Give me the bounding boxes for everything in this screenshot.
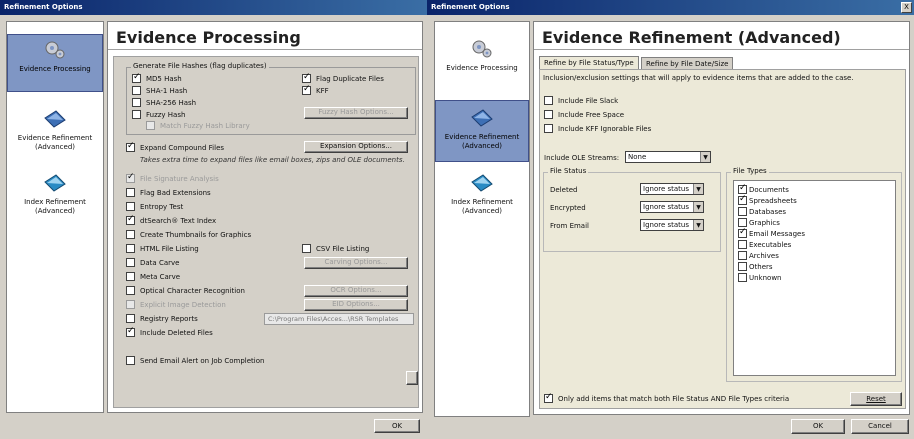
nav-label: Index Refinement (Advanced) xyxy=(451,198,513,215)
file-type-others[interactable]: Others xyxy=(738,262,773,271)
kff-checkbox[interactable]: KFF xyxy=(302,84,329,95)
file-type-graphics[interactable]: Graphics xyxy=(738,218,780,227)
file-type-executables[interactable]: Executables xyxy=(738,240,791,249)
evidence-processing-window: Refinement Options Evidence Processing E… xyxy=(0,0,427,439)
file-type-email-messages[interactable]: Email Messages xyxy=(738,227,805,238)
cancel-button[interactable]: Cancel xyxy=(851,419,909,434)
flag-duplicates-checkbox[interactable]: Flag Duplicate Files xyxy=(302,72,384,83)
nav-evidence-refinement[interactable]: Evidence Refinement (Advanced) xyxy=(435,100,529,162)
file-type-databases[interactable]: Databases xyxy=(738,207,786,216)
flag-bad-extensions-checkbox[interactable]: Flag Bad Extensions xyxy=(126,188,211,197)
file-type-spreadsheets[interactable]: Spreadsheets xyxy=(738,194,797,205)
nav-index-refinement[interactable]: Index Refinement (Advanced) xyxy=(7,172,103,222)
nav-label: Evidence Refinement (Advanced) xyxy=(444,133,520,150)
thumbnails-checkbox[interactable]: Create Thumbnails for Graphics xyxy=(126,230,251,239)
nav-evidence-processing[interactable]: Evidence Processing xyxy=(435,34,529,92)
status-label-encrypted: Encrypted xyxy=(550,204,586,212)
heading-divider xyxy=(108,49,422,50)
ok-button[interactable]: OK xyxy=(374,419,420,433)
file-signature-checkbox: File Signature Analysis xyxy=(126,172,219,183)
file-types-label: File Types xyxy=(731,167,769,175)
eid-options-button: EID Options... xyxy=(304,299,408,311)
sha256-checkbox[interactable]: SHA-256 Hash xyxy=(132,98,196,107)
include-deleted-checkbox[interactable]: Include Deleted Files xyxy=(126,326,213,337)
md5-checkbox[interactable]: MD5 Hash xyxy=(132,72,182,83)
email-alert-checkbox[interactable]: Send Email Alert on Job Completion xyxy=(126,356,264,365)
refinement-icon xyxy=(44,110,66,128)
chevron-down-icon: ▼ xyxy=(693,220,703,230)
match-fuzzy-checkbox: Match Fuzzy Hash Library xyxy=(146,121,250,130)
refinement-icon xyxy=(471,109,493,127)
encrypted-status-select[interactable]: Ignore status ▼ xyxy=(640,201,704,213)
file-types-list: Documents Spreadsheets Databases Graphic… xyxy=(733,180,896,376)
options-sidebar: Evidence Processing Evidence Refinement … xyxy=(6,21,104,413)
chevron-down-icon: ▼ xyxy=(700,152,710,162)
status-label-deleted: Deleted xyxy=(550,186,578,194)
file-type-documents[interactable]: Documents xyxy=(738,183,789,194)
include-free-space-checkbox[interactable]: Include Free Space xyxy=(544,110,624,119)
file-type-unknown[interactable]: Unknown xyxy=(738,273,782,282)
ole-streams-select[interactable]: None ▼ xyxy=(625,151,711,163)
html-listing-checkbox[interactable]: HTML File Listing xyxy=(126,244,199,253)
only-add-matching-checkbox[interactable]: Only add items that match both File Stat… xyxy=(544,392,789,403)
status-type-panel: Inclusion/exclusion settings that will a… xyxy=(539,69,906,409)
scroll-button[interactable] xyxy=(406,371,418,385)
close-icon[interactable]: X xyxy=(901,2,912,13)
page-title: Evidence Refinement (Advanced) xyxy=(542,28,841,47)
evidence-processing-content: Evidence Processing Generate File Hashes… xyxy=(107,21,423,413)
nav-evidence-processing[interactable]: Evidence Processing xyxy=(7,34,103,92)
expand-note: Takes extra time to expand files like em… xyxy=(140,156,405,164)
window-title: Refinement Options xyxy=(427,0,914,15)
include-file-slack-checkbox[interactable]: Include File Slack xyxy=(544,96,618,105)
evidence-refinement-content: Evidence Refinement (Advanced) Refine by… xyxy=(533,21,910,415)
tab-file-status-type[interactable]: Refine by File Status/Type xyxy=(539,56,639,69)
expansion-options-button[interactable]: Expansion Options... xyxy=(304,141,408,153)
from-email-status-select[interactable]: Ignore status ▼ xyxy=(640,219,704,231)
fuzzy-hash-checkbox[interactable]: Fuzzy Hash xyxy=(132,110,185,119)
meta-carve-checkbox[interactable]: Meta Carve xyxy=(126,272,180,281)
nav-label: Evidence Processing xyxy=(446,64,518,72)
registry-template-path: C:\Program Files\Acces...\RSR Templates xyxy=(264,313,414,325)
nav-evidence-refinement[interactable]: Evidence Refinement (Advanced) xyxy=(7,108,103,158)
carving-options-button: Carving Options... xyxy=(304,257,408,269)
ok-button[interactable]: OK xyxy=(791,419,845,434)
page-title: Evidence Processing xyxy=(116,28,301,47)
fuzzy-hash-options-button: Fuzzy Hash Options... xyxy=(304,107,408,119)
explicit-image-checkbox: Explicit Image Detection xyxy=(126,300,226,309)
ocr-checkbox[interactable]: Optical Character Recognition xyxy=(126,286,245,295)
nav-index-refinement[interactable]: Index Refinement (Advanced) xyxy=(435,172,529,222)
sha1-checkbox[interactable]: SHA-1 Hash xyxy=(132,86,187,95)
registry-reports-checkbox[interactable]: Registry Reports xyxy=(126,314,198,323)
processing-panel: Generate File Hashes (flag duplicates) M… xyxy=(113,56,419,408)
nav-label: Evidence Processing xyxy=(19,65,91,73)
inclusion-description: Inclusion/exclusion settings that will a… xyxy=(543,74,854,82)
dtsearch-index-checkbox[interactable]: dtSearch® Text Index xyxy=(126,214,216,225)
expand-compound-checkbox[interactable]: Expand Compound Files xyxy=(126,141,224,152)
csv-listing-checkbox[interactable]: CSV File Listing xyxy=(302,244,369,253)
deleted-status-select[interactable]: Ignore status ▼ xyxy=(640,183,704,195)
chevron-down-icon: ▼ xyxy=(693,202,703,212)
nav-label: Index Refinement (Advanced) xyxy=(24,198,86,215)
ole-streams-label: Include OLE Streams: xyxy=(544,154,620,162)
window-title: Refinement Options xyxy=(0,0,427,15)
include-kff-ignorable-checkbox[interactable]: Include KFF Ignorable Files xyxy=(544,124,651,133)
evidence-refinement-window: Refinement Options X Evidence Processing… xyxy=(427,0,914,439)
index-icon xyxy=(44,174,66,192)
nav-label: Evidence Refinement (Advanced) xyxy=(17,134,93,151)
file-type-archives[interactable]: Archives xyxy=(738,251,779,260)
status-label-from-email: From Email xyxy=(550,222,589,230)
hash-group-label: Generate File Hashes (flag duplicates) xyxy=(131,62,269,70)
gear-icon xyxy=(45,41,65,59)
ocr-options-button: OCR Options... xyxy=(304,285,408,297)
chevron-down-icon: ▼ xyxy=(693,184,703,194)
file-status-label: File Status xyxy=(548,167,589,175)
options-sidebar: Evidence Processing Evidence Refinement … xyxy=(434,21,530,417)
gear-icon xyxy=(472,40,492,58)
reset-button[interactable]: Reset xyxy=(850,392,902,406)
entropy-test-checkbox[interactable]: Entropy Test xyxy=(126,202,183,211)
heading-divider xyxy=(534,49,909,50)
data-carve-checkbox[interactable]: Data Carve xyxy=(126,258,179,267)
index-icon xyxy=(471,174,493,192)
